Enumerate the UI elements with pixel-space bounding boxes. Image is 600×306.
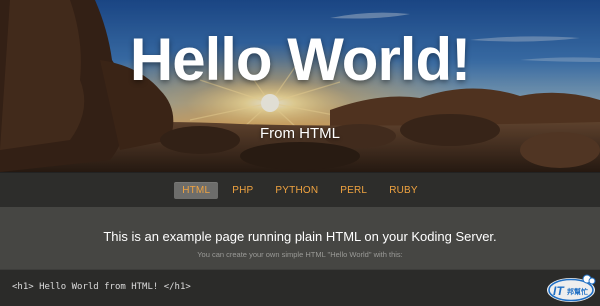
code-snippet: <h1> Hello World from HTML! </h1> bbox=[12, 282, 191, 292]
page: Hello World! From HTML HTML PHP PYTHON P… bbox=[0, 0, 600, 306]
code-block: <h1> Hello World from HTML! </h1> bbox=[0, 269, 600, 306]
intro-subtext: You can create your own simple HTML "Hel… bbox=[197, 250, 403, 259]
svg-text:IT: IT bbox=[553, 284, 565, 298]
hero-title: Hello World! bbox=[129, 26, 471, 93]
intro-text: This is an example page running plain HT… bbox=[103, 229, 497, 244]
nav-item-php[interactable]: PHP bbox=[224, 182, 261, 199]
svg-text:邦幫忙: 邦幫忙 bbox=[567, 287, 588, 296]
nav-item-perl[interactable]: PERL bbox=[332, 182, 375, 199]
nav-item-python[interactable]: PYTHON bbox=[267, 182, 326, 199]
ithome-watermark-logo: IT 邦幫忙 bbox=[547, 274, 596, 302]
nav-item-ruby[interactable]: RUBY bbox=[381, 182, 426, 199]
hero-subtitle: From HTML bbox=[260, 125, 340, 142]
language-nav: HTML PHP PYTHON PERL RUBY bbox=[0, 172, 600, 208]
intro-section: This is an example page running plain HT… bbox=[0, 207, 600, 269]
hero-banner: Hello World! From HTML bbox=[0, 0, 600, 172]
nav-item-html[interactable]: HTML bbox=[174, 181, 219, 199]
